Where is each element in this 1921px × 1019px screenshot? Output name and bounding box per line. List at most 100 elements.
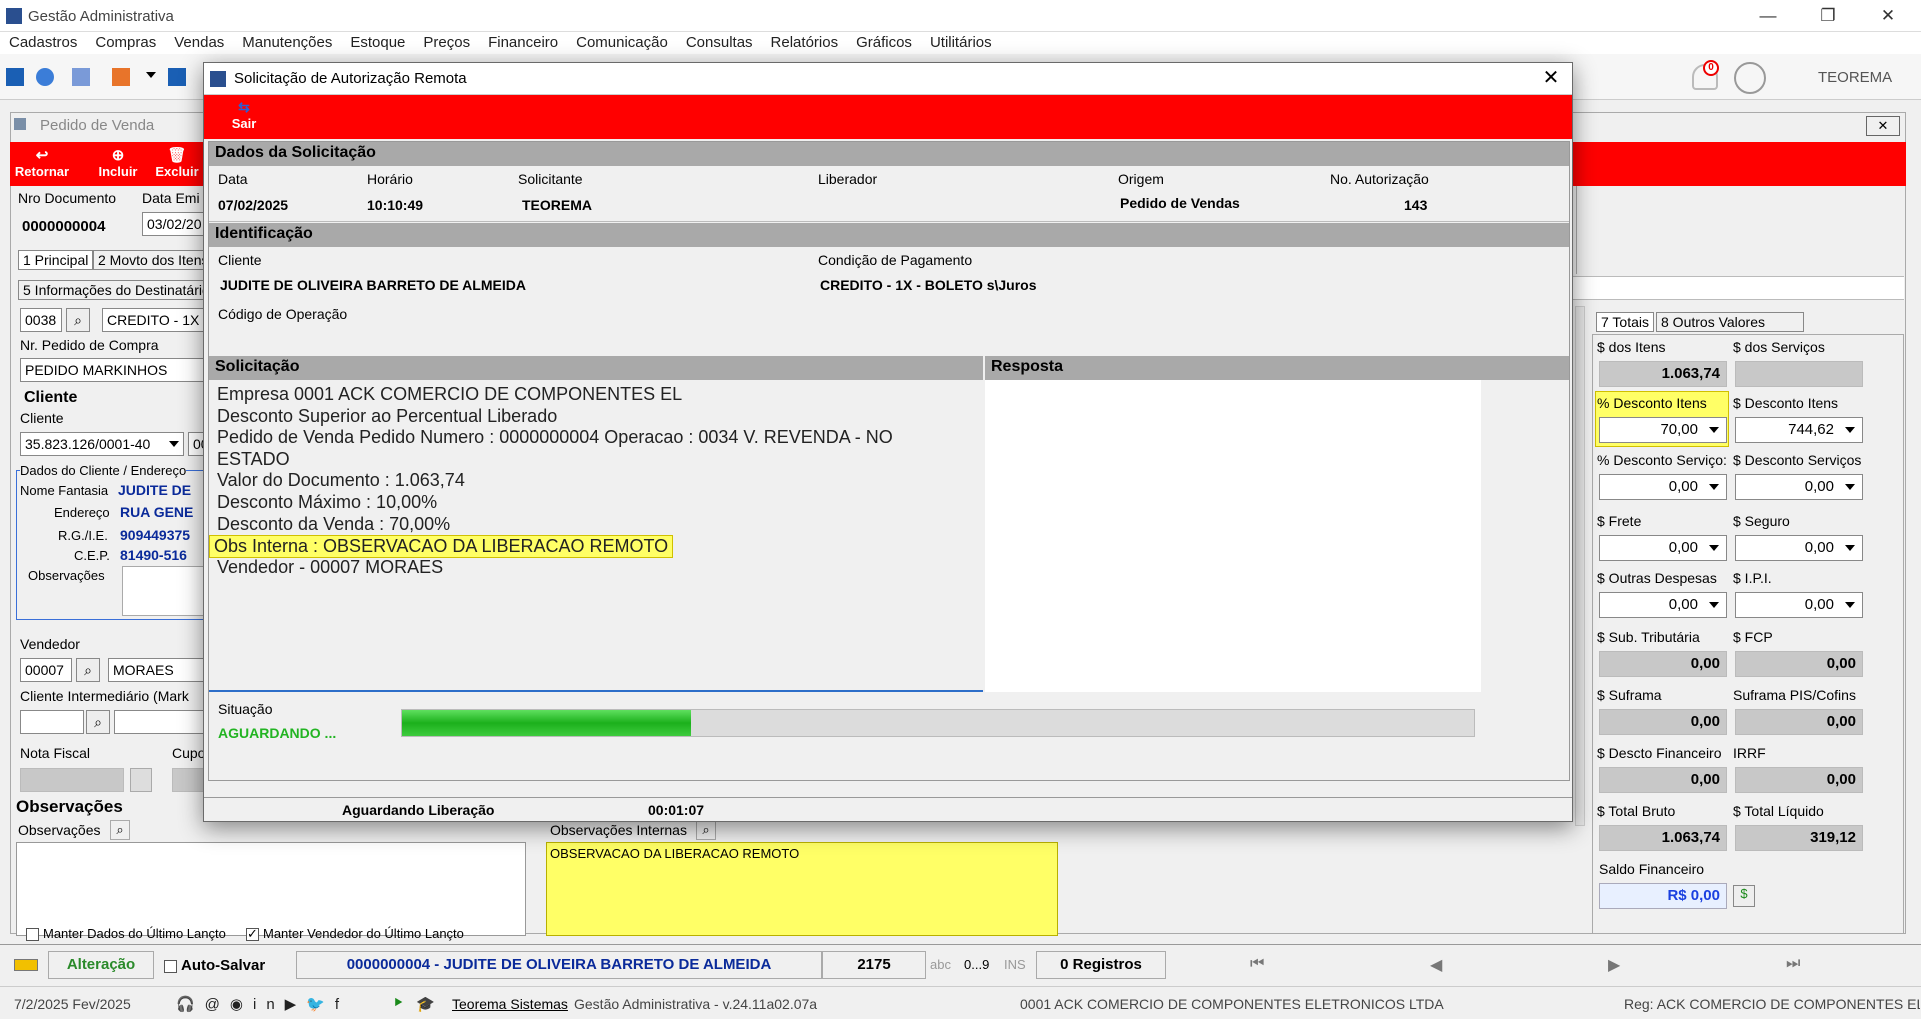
observacoes-textarea[interactable] — [16, 842, 526, 936]
scrollbar[interactable] — [1575, 306, 1585, 826]
close-icon[interactable]: ✕ — [1868, 4, 1908, 28]
nr-pedido-input[interactable]: PEDIDO MARKINHOS — [20, 358, 204, 382]
menu-item-1[interactable]: Compras — [86, 32, 165, 54]
pct-desc-serv-field[interactable]: 0,00 — [1599, 474, 1727, 500]
teorema-link[interactable]: Teorema Sistemas — [452, 996, 568, 1012]
prev-record-icon[interactable]: ◀ — [1430, 955, 1442, 975]
chevron-down-icon[interactable] — [146, 72, 156, 78]
doc-number: 2175 — [822, 951, 926, 979]
observacoes-header: Observações — [16, 797, 123, 816]
cliente-cnpj-select[interactable]: 35.823.126/0001-40 — [20, 432, 184, 456]
social-icons[interactable]: 🎧@◉in▶🐦f — [176, 995, 349, 1013]
menu-item-9[interactable]: Relatórios — [762, 32, 848, 54]
tab-totais[interactable]: 7 Totais — [1596, 312, 1654, 332]
chevron-down-icon[interactable] — [1845, 484, 1855, 490]
dialog-close-icon[interactable]: ✕ — [1536, 65, 1566, 90]
search-icon[interactable]: ⌕ — [86, 710, 110, 734]
data-emissao-input[interactable]: 03/02/20 — [142, 212, 204, 236]
first-record-icon[interactable]: ⏮ — [1250, 955, 1264, 973]
timer-text: 00:01:07 — [648, 802, 705, 818]
desc-itens-field[interactable]: 744,62 — [1735, 417, 1863, 443]
doc-icon[interactable] — [130, 768, 152, 792]
retornar-button[interactable]: ↩ Retornar — [14, 146, 70, 179]
seguro-field[interactable]: 0,00 — [1735, 535, 1863, 561]
manter-dados-checkbox[interactable]: Manter Dados do Último Lançto — [26, 926, 226, 942]
menu-item-11[interactable]: Utilitários — [921, 32, 1001, 54]
form-close-icon[interactable]: ✕ — [1866, 116, 1900, 136]
resposta-text-area[interactable] — [985, 380, 1481, 692]
menu-item-4[interactable]: Estoque — [341, 32, 414, 54]
document-icon[interactable] — [168, 68, 186, 86]
search-icon[interactable]: ⌕ — [110, 820, 130, 840]
pct-desc-itens-field[interactable]: 70,00 — [1599, 417, 1727, 443]
solicitacao-text-area[interactable]: Empresa 0001 ACK COMERCIO DE COMPONENTES… — [209, 380, 983, 692]
cond-pagamento-code[interactable]: 0038 — [20, 308, 62, 332]
num-indicator: 0...9 — [964, 957, 990, 972]
bruto-field: 1.063,74 — [1599, 825, 1727, 851]
excluir-label: Excluir — [155, 164, 199, 179]
chevron-down-icon[interactable] — [1709, 545, 1719, 551]
checkbox-unchecked — [26, 928, 39, 942]
status-text: Aguardando Liberação — [342, 802, 495, 818]
search-icon[interactable]: ⌕ — [696, 820, 716, 840]
obs-cliente-textarea[interactable] — [122, 566, 204, 616]
tab-outros-valores[interactable]: 8 Outros Valores — [1656, 312, 1804, 332]
tree-icon[interactable] — [112, 68, 130, 86]
manter-vendedor-checkbox[interactable]: Manter Vendedor do Último Lançto — [246, 926, 464, 942]
chevron-down-icon[interactable] — [1709, 427, 1719, 433]
menu-item-0[interactable]: Cadastros — [0, 32, 86, 54]
vendedor-name[interactable]: MORAES — [108, 658, 204, 682]
cliente-label: Cliente — [20, 410, 64, 426]
book-icon[interactable] — [6, 68, 24, 86]
search-icon[interactable]: ⌕ — [76, 658, 100, 682]
frete-field[interactable]: 0,00 — [1599, 535, 1727, 561]
tab-info-destinatario[interactable]: 5 Informações do Destinatário — [18, 280, 204, 300]
menu-item-3[interactable]: Manutenções — [233, 32, 341, 54]
sair-button[interactable]: ⇆ Sair — [224, 99, 264, 131]
cond-pagamento-desc[interactable]: CREDITO - 1X - — [102, 308, 204, 332]
chevron-down-icon[interactable] — [1845, 427, 1855, 433]
card-icon[interactable] — [72, 68, 90, 86]
money-bag-icon[interactable]: $ — [1733, 885, 1755, 907]
progress-bar — [401, 709, 1475, 737]
menu-item-6[interactable]: Financeiro — [479, 32, 567, 54]
menu-item-7[interactable]: Comunicação — [567, 32, 677, 54]
chevron-down-icon[interactable] — [1709, 484, 1719, 490]
minimize-icon[interactable]: — — [1748, 4, 1788, 28]
auto-salvar-checkbox[interactable]: Auto-Salvar — [164, 957, 265, 974]
users-icon[interactable] — [36, 68, 54, 86]
excluir-button[interactable]: 🗑 Excluir — [152, 146, 202, 179]
menu-item-8[interactable]: Consultas — [677, 32, 762, 54]
chevron-down-icon[interactable] — [1709, 602, 1719, 608]
chevron-down-icon[interactable] — [1845, 545, 1855, 551]
obs-internas-textarea[interactable]: OBSERVACAO DA LIBERACAO REMOTO — [546, 842, 1058, 936]
menu-item-10[interactable]: Gráficos — [847, 32, 921, 54]
cli-intermediario-code[interactable] — [20, 710, 84, 734]
tab-movto-itens[interactable]: 2 Movto dos Itens — [93, 250, 205, 270]
incluir-button[interactable]: ⊕ Incluir — [90, 146, 146, 179]
cli-intermediario-name[interactable] — [114, 710, 204, 734]
sair-label: Sair — [231, 116, 257, 131]
desc-serv-field[interactable]: 0,00 — [1735, 474, 1863, 500]
tab-principal[interactable]: 1 Principal — [18, 250, 94, 270]
chevron-down-icon[interactable] — [1845, 602, 1855, 608]
ipi-label: $ I.P.I. — [1733, 570, 1772, 586]
search-icon[interactable]: ⌕ — [66, 308, 90, 332]
nota-fiscal-input — [20, 768, 124, 792]
seguro-label: $ Seguro — [1733, 513, 1790, 529]
dialog-titlebar: Solicitação de Autorização Remota ✕ — [204, 63, 1572, 95]
user-avatar-icon[interactable] — [1734, 62, 1766, 94]
cliente-extra[interactable]: 00 — [188, 432, 204, 456]
last-record-icon[interactable]: ⏭ — [1786, 955, 1800, 973]
obs-cliente-label: Observações — [28, 568, 105, 583]
outras-label: $ Outras Despesas — [1597, 570, 1717, 586]
dialog-title: Solicitação de Autorização Remota — [234, 70, 467, 87]
menu-item-5[interactable]: Preços — [414, 32, 479, 54]
vendedor-code[interactable]: 00007 — [20, 658, 72, 682]
codigo-operacao-label: Código de Operação — [218, 306, 348, 322]
ipi-field[interactable]: 0,00 — [1735, 592, 1863, 618]
outras-field[interactable]: 0,00 — [1599, 592, 1727, 618]
next-record-icon[interactable]: ▶ — [1608, 955, 1620, 975]
menu-item-2[interactable]: Vendas — [165, 32, 233, 54]
restore-icon[interactable]: ❐ — [1808, 4, 1848, 28]
